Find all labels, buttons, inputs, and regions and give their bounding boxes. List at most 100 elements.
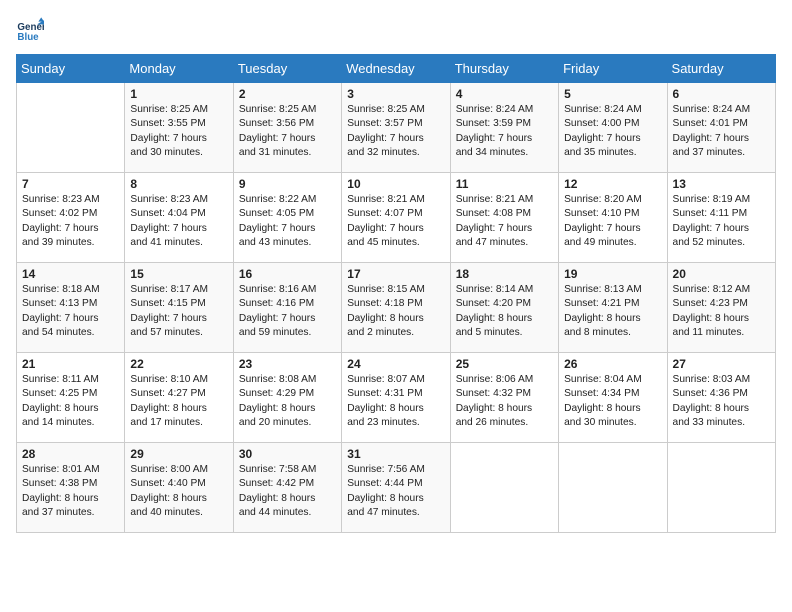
day-number: 18 [456,267,553,281]
day-number: 3 [347,87,444,101]
cell-content: Sunrise: 8:13 AM Sunset: 4:21 PM Dayligh… [564,283,661,340]
calendar-cell: 10Sunrise: 8:21 AM Sunset: 4:07 PM Dayli… [342,173,450,263]
cell-content: Sunrise: 8:17 AM Sunset: 4:15 PM Dayligh… [130,283,227,340]
day-header-friday: Friday [559,55,667,83]
cell-content: Sunrise: 8:11 AM Sunset: 4:25 PM Dayligh… [22,373,119,430]
calendar-cell: 25 Sunrise: 8:06 AM Sunset: 4:32 PM Dayli… [450,353,558,443]
cell-content: Sunrise: 8:12 AM Sunset: 4:23 PM Dayligh… [673,283,770,340]
cell-content: Sunrise: 8:25 AM Sunset: 3:56 PM Dayligh… [239,103,336,160]
calendar-cell: 5 Sunrise: 8:24 AM Sunset: 4:00 PM Daylig… [559,83,667,173]
day-header-saturday: Saturday [667,55,775,83]
calendar-cell: 13 Sunrise: 8:19 AM Sunset: 4:11 PM Dayli… [667,173,775,263]
day-number: 13 [673,177,770,191]
calendar-cell [450,443,558,533]
days-header-row: SundayMondayTuesdayWednesdayThursdayFrid… [17,55,776,83]
cell-content: Sunrise: 8:18 AM Sunset: 4:13 PM Dayligh… [22,283,119,340]
cell-content: Sunrise: 8:08 AM Sunset: 4:29 PM Dayligh… [239,373,336,430]
calendar-cell: 24Sunrise: 8:07 AM Sunset: 4:31 PM Dayli… [342,353,450,443]
cell-content: Sunrise: 8:25 AM Sunset: 3:57 PM Dayligh… [347,103,444,160]
cell-content: Sunrise: 8:24 AM Sunset: 4:01 PM Dayligh… [673,103,770,160]
cell-content: Sunrise: 8:07 AM Sunset: 4:31 PM Dayligh… [347,373,444,430]
cell-content: Sunrise: 8:00 AM Sunset: 4:40 PM Dayligh… [130,463,227,520]
cell-content: Sunrise: 8:15 AM Sunset: 4:18 PM Dayligh… [347,283,444,340]
calendar-cell: 15 Sunrise: 8:17 AM Sunset: 4:15 PM Dayli… [125,263,233,353]
cell-content: Sunrise: 8:23 AM Sunset: 4:04 PM Dayligh… [130,193,227,250]
day-number: 4 [456,87,553,101]
calendar-cell: 9 Sunrise: 8:22 AM Sunset: 4:05 PM Daylig… [233,173,341,263]
day-number: 16 [239,267,336,281]
calendar-cell: 14 Sunrise: 8:18 AM Sunset: 4:13 PM Dayli… [17,263,125,353]
day-number: 15 [130,267,227,281]
cell-content: Sunrise: 7:56 AM Sunset: 4:44 PM Dayligh… [347,463,444,520]
day-header-sunday: Sunday [17,55,125,83]
week-row-4: 21 Sunrise: 8:11 AM Sunset: 4:25 PM Dayli… [17,353,776,443]
day-number: 27 [673,357,770,371]
cell-content: Sunrise: 8:21 AM Sunset: 4:07 PM Dayligh… [347,193,444,250]
cell-content: Sunrise: 8:22 AM Sunset: 4:05 PM Dayligh… [239,193,336,250]
calendar-cell: 2Sunrise: 8:25 AM Sunset: 3:56 PM Daylig… [233,83,341,173]
day-number: 21 [22,357,119,371]
cell-content: Sunrise: 8:24 AM Sunset: 3:59 PM Dayligh… [456,103,553,160]
calendar-cell [559,443,667,533]
week-row-5: 28Sunrise: 8:01 AM Sunset: 4:38 PM Dayli… [17,443,776,533]
calendar-cell: 29 Sunrise: 8:00 AM Sunset: 4:40 PM Dayli… [125,443,233,533]
day-number: 11 [456,177,553,191]
day-number: 7 [22,177,119,191]
calendar-cell: 11 Sunrise: 8:21 AM Sunset: 4:08 PM Dayli… [450,173,558,263]
day-number: 25 [456,357,553,371]
day-number: 29 [130,447,227,461]
day-number: 26 [564,357,661,371]
cell-content: Sunrise: 8:16 AM Sunset: 4:16 PM Dayligh… [239,283,336,340]
calendar-cell: 31 Sunrise: 7:56 AM Sunset: 4:44 PM Dayli… [342,443,450,533]
cell-content: Sunrise: 8:03 AM Sunset: 4:36 PM Dayligh… [673,373,770,430]
day-number: 14 [22,267,119,281]
day-number: 22 [130,357,227,371]
logo-icon: General Blue [16,16,44,44]
day-number: 1 [130,87,227,101]
calendar-cell: 30 Sunrise: 7:58 AM Sunset: 4:42 PM Dayli… [233,443,341,533]
day-header-monday: Monday [125,55,233,83]
cell-content: Sunrise: 8:24 AM Sunset: 4:00 PM Dayligh… [564,103,661,160]
calendar-cell: 22Sunrise: 8:10 AM Sunset: 4:27 PM Dayli… [125,353,233,443]
calendar-cell: 16 Sunrise: 8:16 AM Sunset: 4:16 PM Dayli… [233,263,341,353]
day-number: 30 [239,447,336,461]
cell-content: Sunrise: 7:58 AM Sunset: 4:42 PM Dayligh… [239,463,336,520]
cell-content: Sunrise: 8:01 AM Sunset: 4:38 PM Dayligh… [22,463,119,520]
day-number: 8 [130,177,227,191]
day-header-thursday: Thursday [450,55,558,83]
page-header: General Blue [16,16,776,44]
calendar-cell: 26 Sunrise: 8:04 AM Sunset: 4:34 PM Dayli… [559,353,667,443]
cell-content: Sunrise: 8:06 AM Sunset: 4:32 PM Dayligh… [456,373,553,430]
calendar-cell: 8 Sunrise: 8:23 AM Sunset: 4:04 PM Daylig… [125,173,233,263]
day-number: 9 [239,177,336,191]
calendar-cell: 12Sunrise: 8:20 AM Sunset: 4:10 PM Dayli… [559,173,667,263]
day-number: 5 [564,87,661,101]
week-row-2: 7 Sunrise: 8:23 AM Sunset: 4:02 PM Daylig… [17,173,776,263]
calendar-cell: 28Sunrise: 8:01 AM Sunset: 4:38 PM Dayli… [17,443,125,533]
cell-content: Sunrise: 8:21 AM Sunset: 4:08 PM Dayligh… [456,193,553,250]
calendar-cell: 27 Sunrise: 8:03 AM Sunset: 4:36 PM Dayli… [667,353,775,443]
calendar-cell: 18 Sunrise: 8:14 AM Sunset: 4:20 PM Dayli… [450,263,558,353]
calendar-body: 1 Sunrise: 8:25 AM Sunset: 3:55 PM Daylig… [17,83,776,533]
week-row-1: 1 Sunrise: 8:25 AM Sunset: 3:55 PM Daylig… [17,83,776,173]
calendar-cell: 4 Sunrise: 8:24 AM Sunset: 3:59 PM Daylig… [450,83,558,173]
calendar-cell: 21 Sunrise: 8:11 AM Sunset: 4:25 PM Dayli… [17,353,125,443]
day-number: 31 [347,447,444,461]
calendar-table: SundayMondayTuesdayWednesdayThursdayFrid… [16,54,776,533]
calendar-cell: 17Sunrise: 8:15 AM Sunset: 4:18 PM Dayli… [342,263,450,353]
cell-content: Sunrise: 8:14 AM Sunset: 4:20 PM Dayligh… [456,283,553,340]
cell-content: Sunrise: 8:25 AM Sunset: 3:55 PM Dayligh… [130,103,227,160]
calendar-cell: 23Sunrise: 8:08 AM Sunset: 4:29 PM Dayli… [233,353,341,443]
day-header-tuesday: Tuesday [233,55,341,83]
calendar-cell: 3 Sunrise: 8:25 AM Sunset: 3:57 PM Daylig… [342,83,450,173]
calendar-cell: 6 Sunrise: 8:24 AM Sunset: 4:01 PM Daylig… [667,83,775,173]
calendar-cell: 7 Sunrise: 8:23 AM Sunset: 4:02 PM Daylig… [17,173,125,263]
day-number: 12 [564,177,661,191]
calendar-cell: 19Sunrise: 8:13 AM Sunset: 4:21 PM Dayli… [559,263,667,353]
cell-content: Sunrise: 8:04 AM Sunset: 4:34 PM Dayligh… [564,373,661,430]
cell-content: Sunrise: 8:23 AM Sunset: 4:02 PM Dayligh… [22,193,119,250]
calendar-cell: 1 Sunrise: 8:25 AM Sunset: 3:55 PM Daylig… [125,83,233,173]
day-number: 6 [673,87,770,101]
week-row-3: 14 Sunrise: 8:18 AM Sunset: 4:13 PM Dayli… [17,263,776,353]
cell-content: Sunrise: 8:19 AM Sunset: 4:11 PM Dayligh… [673,193,770,250]
